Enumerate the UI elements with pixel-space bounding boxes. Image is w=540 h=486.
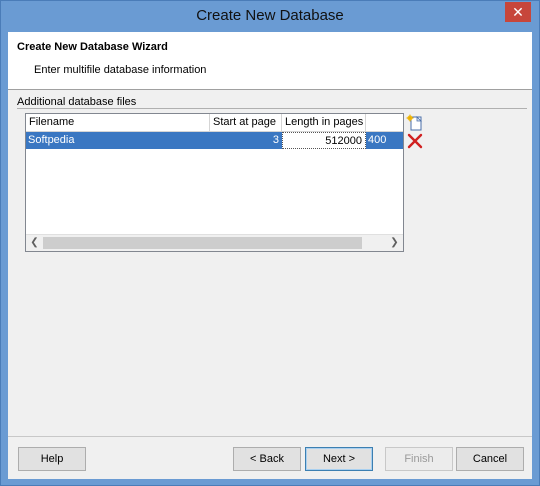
footer-divider [8, 436, 532, 437]
finish-button: Finish [385, 447, 453, 471]
cell-start-page[interactable]: 3 [210, 132, 282, 149]
cell-filename[interactable]: Softpedia [26, 132, 210, 149]
files-grid[interactable]: Filename Start at page Length in pages S… [25, 113, 404, 252]
back-button[interactable]: < Back [233, 447, 301, 471]
new-file-icon[interactable] [406, 114, 424, 132]
table-row[interactable]: Softpedia 3 512000 400 [26, 132, 403, 149]
column-header-filename[interactable]: Filename [26, 114, 210, 132]
close-button[interactable]: ✕ [505, 2, 531, 22]
wizard-subtitle: Enter multifile database information [34, 64, 207, 76]
section-label: Additional database files [17, 96, 137, 108]
column-header-extra[interactable] [366, 114, 403, 132]
wizard-header: Create New Database Wizard Enter multifi… [8, 32, 532, 90]
scroll-left-icon[interactable]: ❮ [26, 235, 43, 251]
horizontal-scrollbar[interactable]: ❮ ❯ [26, 234, 403, 251]
grid-header: Filename Start at page Length in pages [26, 114, 403, 132]
wizard-body: Create New Database Wizard Enter multifi… [8, 32, 532, 479]
window-title: Create New Database [196, 7, 344, 24]
next-button[interactable]: Next > [305, 447, 373, 471]
column-header-start-page[interactable]: Start at page [210, 114, 282, 132]
create-database-window: Create New Database ✕ Create New Databas… [0, 0, 540, 486]
cell-length-editor[interactable]: 512000 [282, 132, 366, 149]
section-divider [17, 108, 527, 109]
title-bar: Create New Database ✕ [1, 1, 539, 32]
column-header-length[interactable]: Length in pages [282, 114, 366, 132]
help-button[interactable]: Help [18, 447, 86, 471]
delete-icon[interactable] [406, 132, 424, 150]
wizard-title: Create New Database Wizard [17, 41, 168, 53]
cancel-button[interactable]: Cancel [456, 447, 524, 471]
cell-extra[interactable]: 400 [366, 132, 403, 149]
scroll-right-icon[interactable]: ❯ [386, 235, 403, 251]
scrollbar-thumb[interactable] [43, 237, 362, 249]
